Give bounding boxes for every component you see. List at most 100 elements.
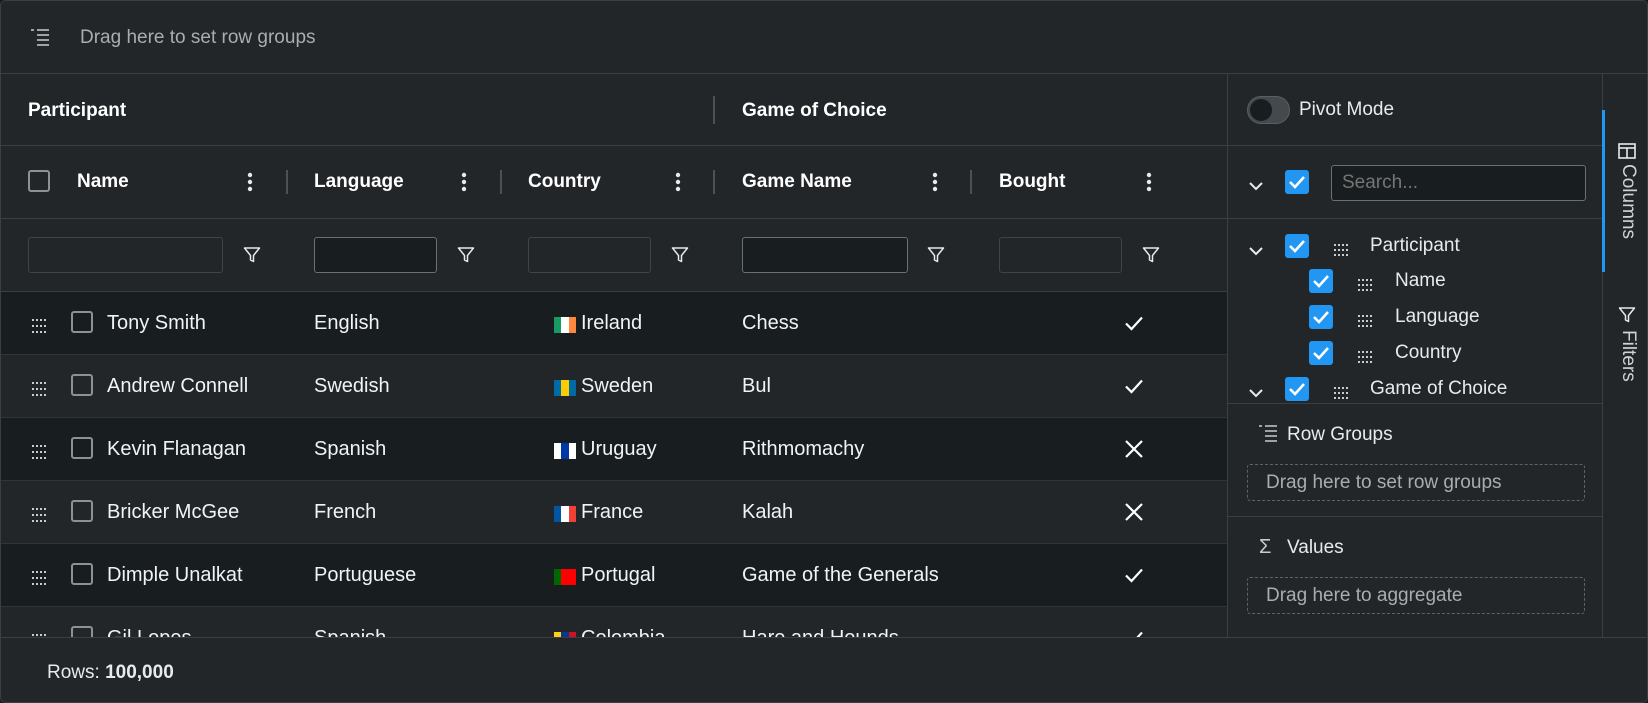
column-search-input[interactable]	[1331, 165, 1586, 201]
drag-handle-icon[interactable]	[1358, 310, 1374, 333]
column-header-name[interactable]: Name	[77, 171, 129, 193]
language-filter-input[interactable]	[314, 237, 437, 273]
column-resize-handle[interactable]	[970, 170, 972, 194]
data-grid: Drag here to set row groups Participant …	[0, 0, 1648, 703]
filter-icon	[1618, 306, 1636, 330]
row-group-panel[interactable]: Drag here to set row groups	[1, 1, 1647, 74]
row-count-label: Rows:	[47, 662, 100, 683]
status-bar: Rows: 100,000	[1, 637, 1647, 702]
column-tree: Participant Name Language Country Game o…	[1228, 219, 1603, 404]
row-groups-section: Row Groups Drag here to set row groups	[1228, 404, 1603, 517]
filter-icon[interactable]	[243, 246, 261, 270]
country-filter-input[interactable]	[528, 237, 651, 273]
group-separator	[713, 96, 715, 124]
participant-checkbox[interactable]	[1285, 234, 1309, 258]
drag-handle-icon[interactable]	[32, 442, 48, 465]
row-group-placeholder: Drag here to set row groups	[80, 27, 316, 48]
bought-filter-input[interactable]	[999, 237, 1122, 273]
cell-game-name: Chess	[742, 312, 799, 334]
drag-handle-icon[interactable]	[1358, 346, 1374, 369]
cross-icon	[1123, 501, 1145, 529]
name-checkbox[interactable]	[1309, 269, 1333, 293]
drag-handle-icon[interactable]	[32, 505, 48, 528]
drag-handle-icon[interactable]	[32, 568, 48, 591]
column-menu-icon[interactable]	[674, 170, 682, 200]
tree-item-name[interactable]: Name	[1395, 270, 1446, 292]
cell-game-name: Game of the Generals	[742, 564, 939, 586]
select-all-columns-checkbox[interactable]	[1285, 170, 1309, 194]
game-name-filter-input[interactable]	[742, 237, 908, 273]
cell-country: Uruguay	[581, 438, 657, 460]
game-of-choice-checkbox[interactable]	[1285, 377, 1309, 401]
name-filter-input[interactable]	[28, 237, 223, 273]
drag-handle-icon[interactable]	[1358, 274, 1374, 297]
table-row[interactable]: Andrew Connell Swedish Sweden Bul	[1, 355, 1227, 418]
column-resize-handle[interactable]	[500, 170, 502, 194]
tab-filters[interactable]: Filters	[1603, 296, 1647, 396]
column-menu-icon[interactable]	[1145, 170, 1153, 200]
select-all-checkbox[interactable]	[28, 170, 50, 192]
table-row[interactable]: Kevin Flanagan Spanish Uruguay Rithmomachy	[1, 418, 1227, 481]
row-checkbox[interactable]	[71, 563, 93, 585]
group-header-game[interactable]: Game of Choice	[742, 100, 887, 122]
tab-columns[interactable]: Columns	[1602, 110, 1647, 272]
column-search-row	[1228, 146, 1603, 219]
filter-icon[interactable]	[1142, 246, 1160, 270]
column-resize-handle[interactable]	[713, 170, 715, 194]
row-group-icon	[29, 27, 51, 53]
country-checkbox[interactable]	[1309, 341, 1333, 365]
cell-country: Ireland	[581, 312, 643, 334]
column-header-game-name[interactable]: Game Name	[742, 171, 852, 193]
drag-handle-icon[interactable]	[32, 379, 48, 402]
column-group-header-row: Participant Game of Choice	[1, 74, 1227, 146]
chevron-down-icon[interactable]	[1248, 240, 1264, 263]
tree-item-game-of-choice[interactable]: Game of Choice	[1370, 378, 1507, 400]
table-row[interactable]: Bricker McGee French France Kalah	[1, 481, 1227, 544]
column-header-country[interactable]: Country	[528, 171, 601, 193]
pivot-mode-label: Pivot Mode	[1299, 99, 1395, 120]
column-header-language[interactable]: Language	[314, 171, 404, 193]
pivot-mode-toggle[interactable]	[1247, 96, 1290, 124]
group-header-participant[interactable]: Participant	[28, 100, 126, 122]
table-row[interactable]: Dimple Unalkat Portuguese Portugal Game of …	[1, 544, 1227, 607]
row-checkbox[interactable]	[71, 626, 93, 637]
row-checkbox[interactable]	[71, 374, 93, 396]
column-menu-icon[interactable]	[460, 170, 468, 200]
row-checkbox[interactable]	[71, 437, 93, 459]
row-checkbox[interactable]	[71, 311, 93, 333]
values-drop-zone[interactable]: Drag here to aggregate	[1247, 577, 1585, 614]
floating-filter-row	[1, 219, 1227, 292]
chevron-down-icon[interactable]	[1248, 175, 1264, 198]
column-resize-handle[interactable]	[286, 170, 288, 194]
tree-item-language[interactable]: Language	[1395, 306, 1480, 328]
row-checkbox[interactable]	[71, 500, 93, 522]
toggle-knob	[1250, 99, 1272, 121]
pivot-mode-row: Pivot Mode	[1228, 74, 1603, 146]
grid-body: Participant Game of Choice Name Language…	[1, 74, 1227, 637]
filter-icon[interactable]	[927, 246, 945, 270]
column-header-bought[interactable]: Bought	[999, 171, 1065, 193]
cell-language: English	[314, 312, 380, 334]
cell-name: Dimple Unalkat	[107, 564, 243, 586]
drag-handle-icon[interactable]	[32, 316, 48, 339]
language-checkbox[interactable]	[1309, 305, 1333, 329]
tree-item-participant[interactable]: Participant	[1370, 235, 1460, 257]
cell-name: Andrew Connell	[107, 375, 249, 397]
drag-handle-icon[interactable]	[1334, 239, 1350, 262]
row-groups-drop-zone[interactable]: Drag here to set row groups	[1247, 464, 1585, 501]
filter-icon[interactable]	[671, 246, 689, 270]
table-row[interactable]: Tony Smith English Ireland Chess	[1, 292, 1227, 355]
column-menu-icon[interactable]	[931, 170, 939, 200]
checkmark-icon	[1123, 564, 1145, 592]
column-menu-icon[interactable]	[246, 170, 254, 200]
side-bar-tabs: Columns Filters	[1602, 74, 1647, 637]
columns-icon	[1618, 142, 1636, 165]
filter-icon[interactable]	[457, 246, 475, 270]
drag-handle-icon[interactable]	[1334, 382, 1350, 403]
cell-game-name: Hare and Hounds	[742, 627, 899, 637]
cell-game-name: Bul	[742, 375, 771, 397]
table-row[interactable]: Gil Lopes Spanish Colombia Hare and Hounds	[1, 607, 1227, 637]
row-groups-label: Row Groups	[1287, 424, 1393, 445]
chevron-down-icon[interactable]	[1248, 382, 1264, 403]
tree-item-country[interactable]: Country	[1395, 342, 1462, 364]
